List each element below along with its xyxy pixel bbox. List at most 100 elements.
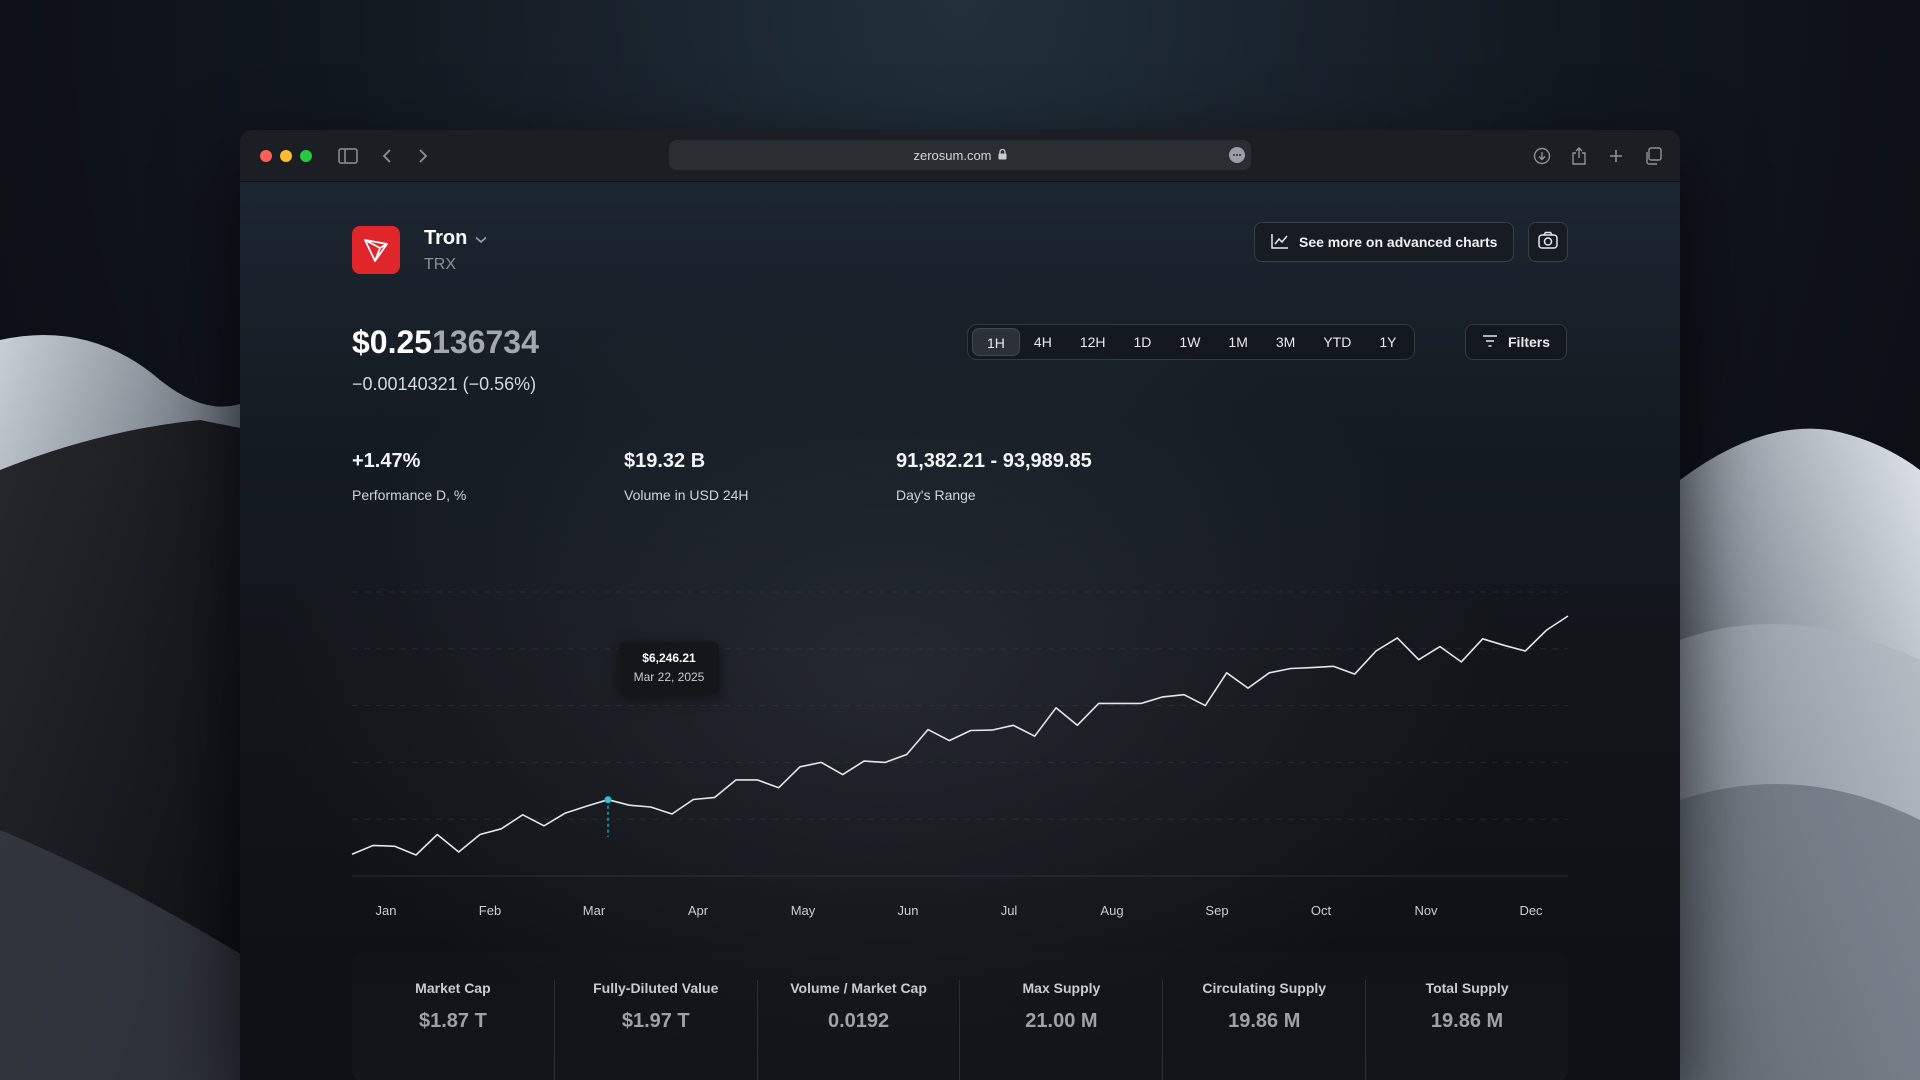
chart-point[interactable]	[1352, 671, 1358, 677]
chart-point[interactable]	[754, 777, 760, 783]
chart-point[interactable]	[434, 831, 440, 837]
close-window-button[interactable]	[260, 150, 272, 162]
camera-icon	[1538, 231, 1558, 254]
chart-point[interactable]	[370, 842, 376, 848]
chart-point[interactable]	[1266, 670, 1272, 676]
address-bar[interactable]: zerosum.com	[669, 140, 1251, 170]
chart-point[interactable]	[456, 849, 462, 855]
filters-button[interactable]: Filters	[1465, 324, 1568, 360]
chart-point[interactable]	[946, 738, 952, 744]
chart-point[interactable]	[882, 759, 888, 765]
coin-symbol: TRX	[424, 255, 456, 273]
chart-point[interactable]	[925, 727, 931, 733]
coin-selector[interactable]: Tron	[424, 227, 487, 250]
share-icon[interactable]	[1567, 144, 1591, 168]
timeframe-12h[interactable]: 12H	[1066, 328, 1120, 356]
chart-point[interactable]	[733, 777, 739, 783]
window-controls	[260, 150, 312, 162]
chart-point[interactable]	[1288, 665, 1294, 671]
chart-point[interactable]	[626, 802, 632, 808]
chart-point[interactable]	[904, 752, 910, 758]
chart-point[interactable]	[1501, 642, 1507, 648]
chart-point[interactable]	[349, 851, 355, 857]
chart-point[interactable]	[1053, 705, 1059, 711]
download-icon[interactable]	[1530, 144, 1554, 168]
chart-point[interactable]	[562, 810, 568, 816]
chart-point[interactable]	[1074, 722, 1080, 728]
chart-point[interactable]	[1032, 733, 1038, 739]
price-chart[interactable]: Jan Feb Mar Apr May Jun Jul Aug Sep Oct Nov Dec	[240, 182, 1680, 922]
chart-point[interactable]	[520, 812, 526, 818]
timeframe-1h[interactable]: 1H	[972, 328, 1020, 356]
filters-label: Filters	[1508, 334, 1551, 350]
chart-point[interactable]	[690, 797, 696, 803]
minimize-window-button[interactable]	[280, 150, 292, 162]
metric-circulating-supply: Circulating Supply 19.86 M	[1162, 980, 1365, 1080]
chart-point[interactable]	[392, 843, 398, 849]
chart-point[interactable]	[1544, 627, 1550, 633]
sidebar-toggle-icon[interactable]	[336, 144, 360, 168]
chart-point[interactable]	[1010, 722, 1016, 728]
x-axis-tick-label: Jul	[1001, 903, 1018, 918]
chart-point[interactable]	[648, 804, 654, 810]
page-content: Tron TRX See more on advanced charts $0.…	[240, 182, 1680, 1080]
chart-point[interactable]	[541, 823, 547, 829]
chart-point[interactable]	[1096, 700, 1102, 706]
timeframe-1m[interactable]: 1M	[1214, 328, 1261, 356]
chart-point[interactable]	[1181, 692, 1187, 698]
x-axis-tick-label: May	[791, 903, 816, 918]
metric-total-supply: Total Supply 19.86 M	[1365, 980, 1568, 1080]
timeframe-1w[interactable]: 1W	[1165, 328, 1214, 356]
highlighted-point	[604, 796, 612, 804]
chart-point[interactable]	[1160, 694, 1166, 700]
chart-point[interactable]	[1522, 648, 1528, 654]
chart-point[interactable]	[413, 852, 419, 858]
chart-point[interactable]	[1309, 665, 1315, 671]
line-chart-icon	[1271, 233, 1289, 252]
chart-point[interactable]	[1224, 670, 1230, 676]
chart-point[interactable]	[1373, 648, 1379, 654]
chart-point[interactable]	[1330, 663, 1336, 669]
forward-arrow-icon[interactable]	[411, 144, 435, 168]
advanced-charts-button[interactable]: See more on advanced charts	[1254, 222, 1515, 262]
lock-icon	[998, 148, 1007, 163]
timeframe-4h[interactable]: 4H	[1020, 328, 1066, 356]
chart-point[interactable]	[861, 758, 867, 764]
chart-point[interactable]	[605, 797, 611, 803]
chart-point[interactable]	[477, 831, 483, 837]
chart-point[interactable]	[1458, 659, 1464, 665]
chart-point[interactable]	[776, 785, 782, 791]
filter-icon	[1482, 334, 1498, 350]
screenshot-button[interactable]	[1528, 222, 1568, 262]
page-menu-icon[interactable]	[1229, 147, 1245, 163]
chart-point[interactable]	[797, 764, 803, 770]
browser-window: zerosum.com Tron TRX See more on advance…	[240, 130, 1680, 1080]
chart-point[interactable]	[498, 826, 504, 832]
timeframe-3m[interactable]: 3M	[1262, 328, 1309, 356]
chart-point[interactable]	[669, 811, 675, 817]
chart-point[interactable]	[840, 772, 846, 778]
chart-point[interactable]	[1138, 700, 1144, 706]
chart-point[interactable]	[1480, 636, 1486, 642]
chart-point[interactable]	[584, 803, 590, 809]
chart-point[interactable]	[1202, 703, 1208, 709]
back-arrow-icon[interactable]	[375, 144, 399, 168]
chart-point[interactable]	[1437, 644, 1443, 650]
chart-point[interactable]	[712, 794, 718, 800]
chart-point[interactable]	[1565, 613, 1571, 619]
chart-point[interactable]	[818, 759, 824, 765]
price-series-line	[351, 615, 1569, 856]
chart-point[interactable]	[989, 727, 995, 733]
timeframe-1y[interactable]: 1Y	[1365, 328, 1410, 356]
timeframe-1d[interactable]: 1D	[1120, 328, 1166, 356]
chart-point[interactable]	[1117, 700, 1123, 706]
chart-point[interactable]	[1245, 685, 1251, 691]
tab-overview-icon[interactable]	[1641, 144, 1665, 168]
timeframe-ytd[interactable]: YTD	[1309, 328, 1365, 356]
zoom-window-button[interactable]	[300, 150, 312, 162]
chart-point[interactable]	[968, 728, 974, 734]
chart-point[interactable]	[1394, 635, 1400, 641]
stat-value: +1.47%	[352, 450, 421, 472]
chart-point[interactable]	[1416, 657, 1422, 663]
new-tab-icon[interactable]	[1604, 144, 1628, 168]
